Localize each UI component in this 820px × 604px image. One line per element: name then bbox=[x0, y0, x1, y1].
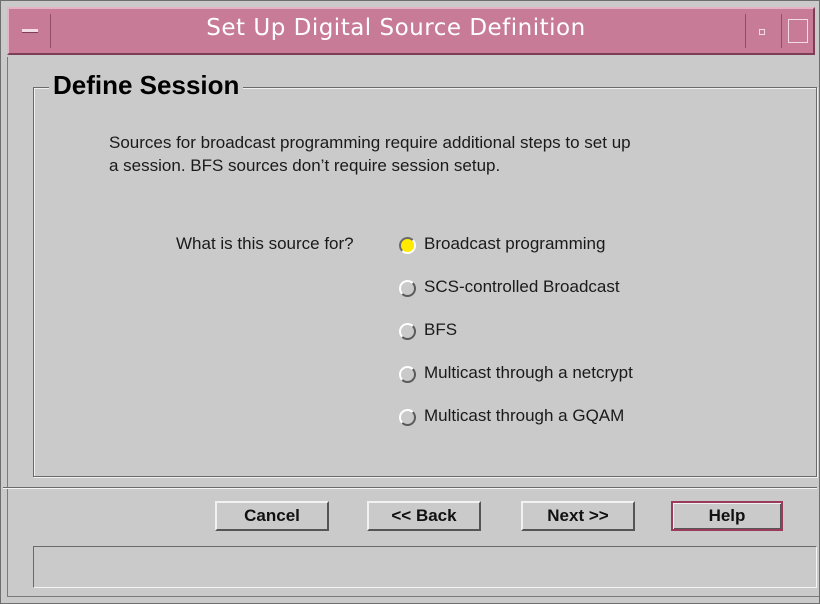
radio-label: SCS-controlled Broadcast bbox=[424, 277, 620, 296]
back-button[interactable]: << Back bbox=[367, 501, 481, 531]
window-menu-button[interactable] bbox=[13, 14, 51, 48]
radio-label: Broadcast programming bbox=[424, 234, 606, 253]
radio-label: BFS bbox=[424, 320, 458, 339]
window-menu-icon bbox=[22, 29, 38, 33]
description-line-1: Sources for broadcast programming requir… bbox=[109, 133, 631, 152]
maximize-icon bbox=[788, 19, 808, 43]
window-frame-left bbox=[7, 57, 8, 597]
minimize-button[interactable] bbox=[745, 14, 777, 48]
cancel-button[interactable]: Cancel bbox=[215, 501, 329, 531]
radio-label: Multicast through a netcrypt bbox=[424, 363, 633, 382]
minimize-icon bbox=[759, 29, 765, 35]
help-button[interactable]: Help bbox=[671, 501, 783, 531]
radio-button[interactable] bbox=[399, 322, 416, 340]
radio-option-multicast-gqam[interactable]: Multicast through a GQAM bbox=[399, 402, 624, 430]
source-purpose-label: What is this source for? bbox=[176, 234, 354, 253]
next-button[interactable]: Next >> bbox=[521, 501, 635, 531]
radio-button[interactable] bbox=[399, 365, 416, 383]
radio-button-selected[interactable] bbox=[399, 236, 416, 254]
radio-button[interactable] bbox=[399, 279, 416, 297]
dialog-window: Set Up Digital Source Definition Define … bbox=[0, 0, 820, 604]
status-bar bbox=[33, 546, 817, 588]
radio-label: Multicast through a GQAM bbox=[424, 406, 625, 425]
button-bar-separator bbox=[3, 487, 817, 489]
group-title: Define Session bbox=[49, 67, 244, 103]
title-bar[interactable]: Set Up Digital Source Definition bbox=[7, 7, 815, 55]
description-line-2: a session. BFS sources don’t require ses… bbox=[109, 156, 501, 175]
description-text: Sources for broadcast programming requir… bbox=[109, 131, 769, 177]
window-title: Set Up Digital Source Definition bbox=[206, 15, 586, 41]
radio-option-scs-controlled-broadcast[interactable]: SCS-controlled Broadcast bbox=[399, 273, 620, 301]
maximize-button[interactable] bbox=[781, 14, 811, 48]
radio-option-bfs[interactable]: BFS bbox=[399, 316, 457, 344]
radio-option-multicast-netcrypt[interactable]: Multicast through a netcrypt bbox=[399, 359, 633, 387]
window-frame-bottom bbox=[7, 596, 819, 597]
radio-option-broadcast-programming[interactable]: Broadcast programming bbox=[399, 230, 605, 258]
radio-button[interactable] bbox=[399, 408, 416, 426]
